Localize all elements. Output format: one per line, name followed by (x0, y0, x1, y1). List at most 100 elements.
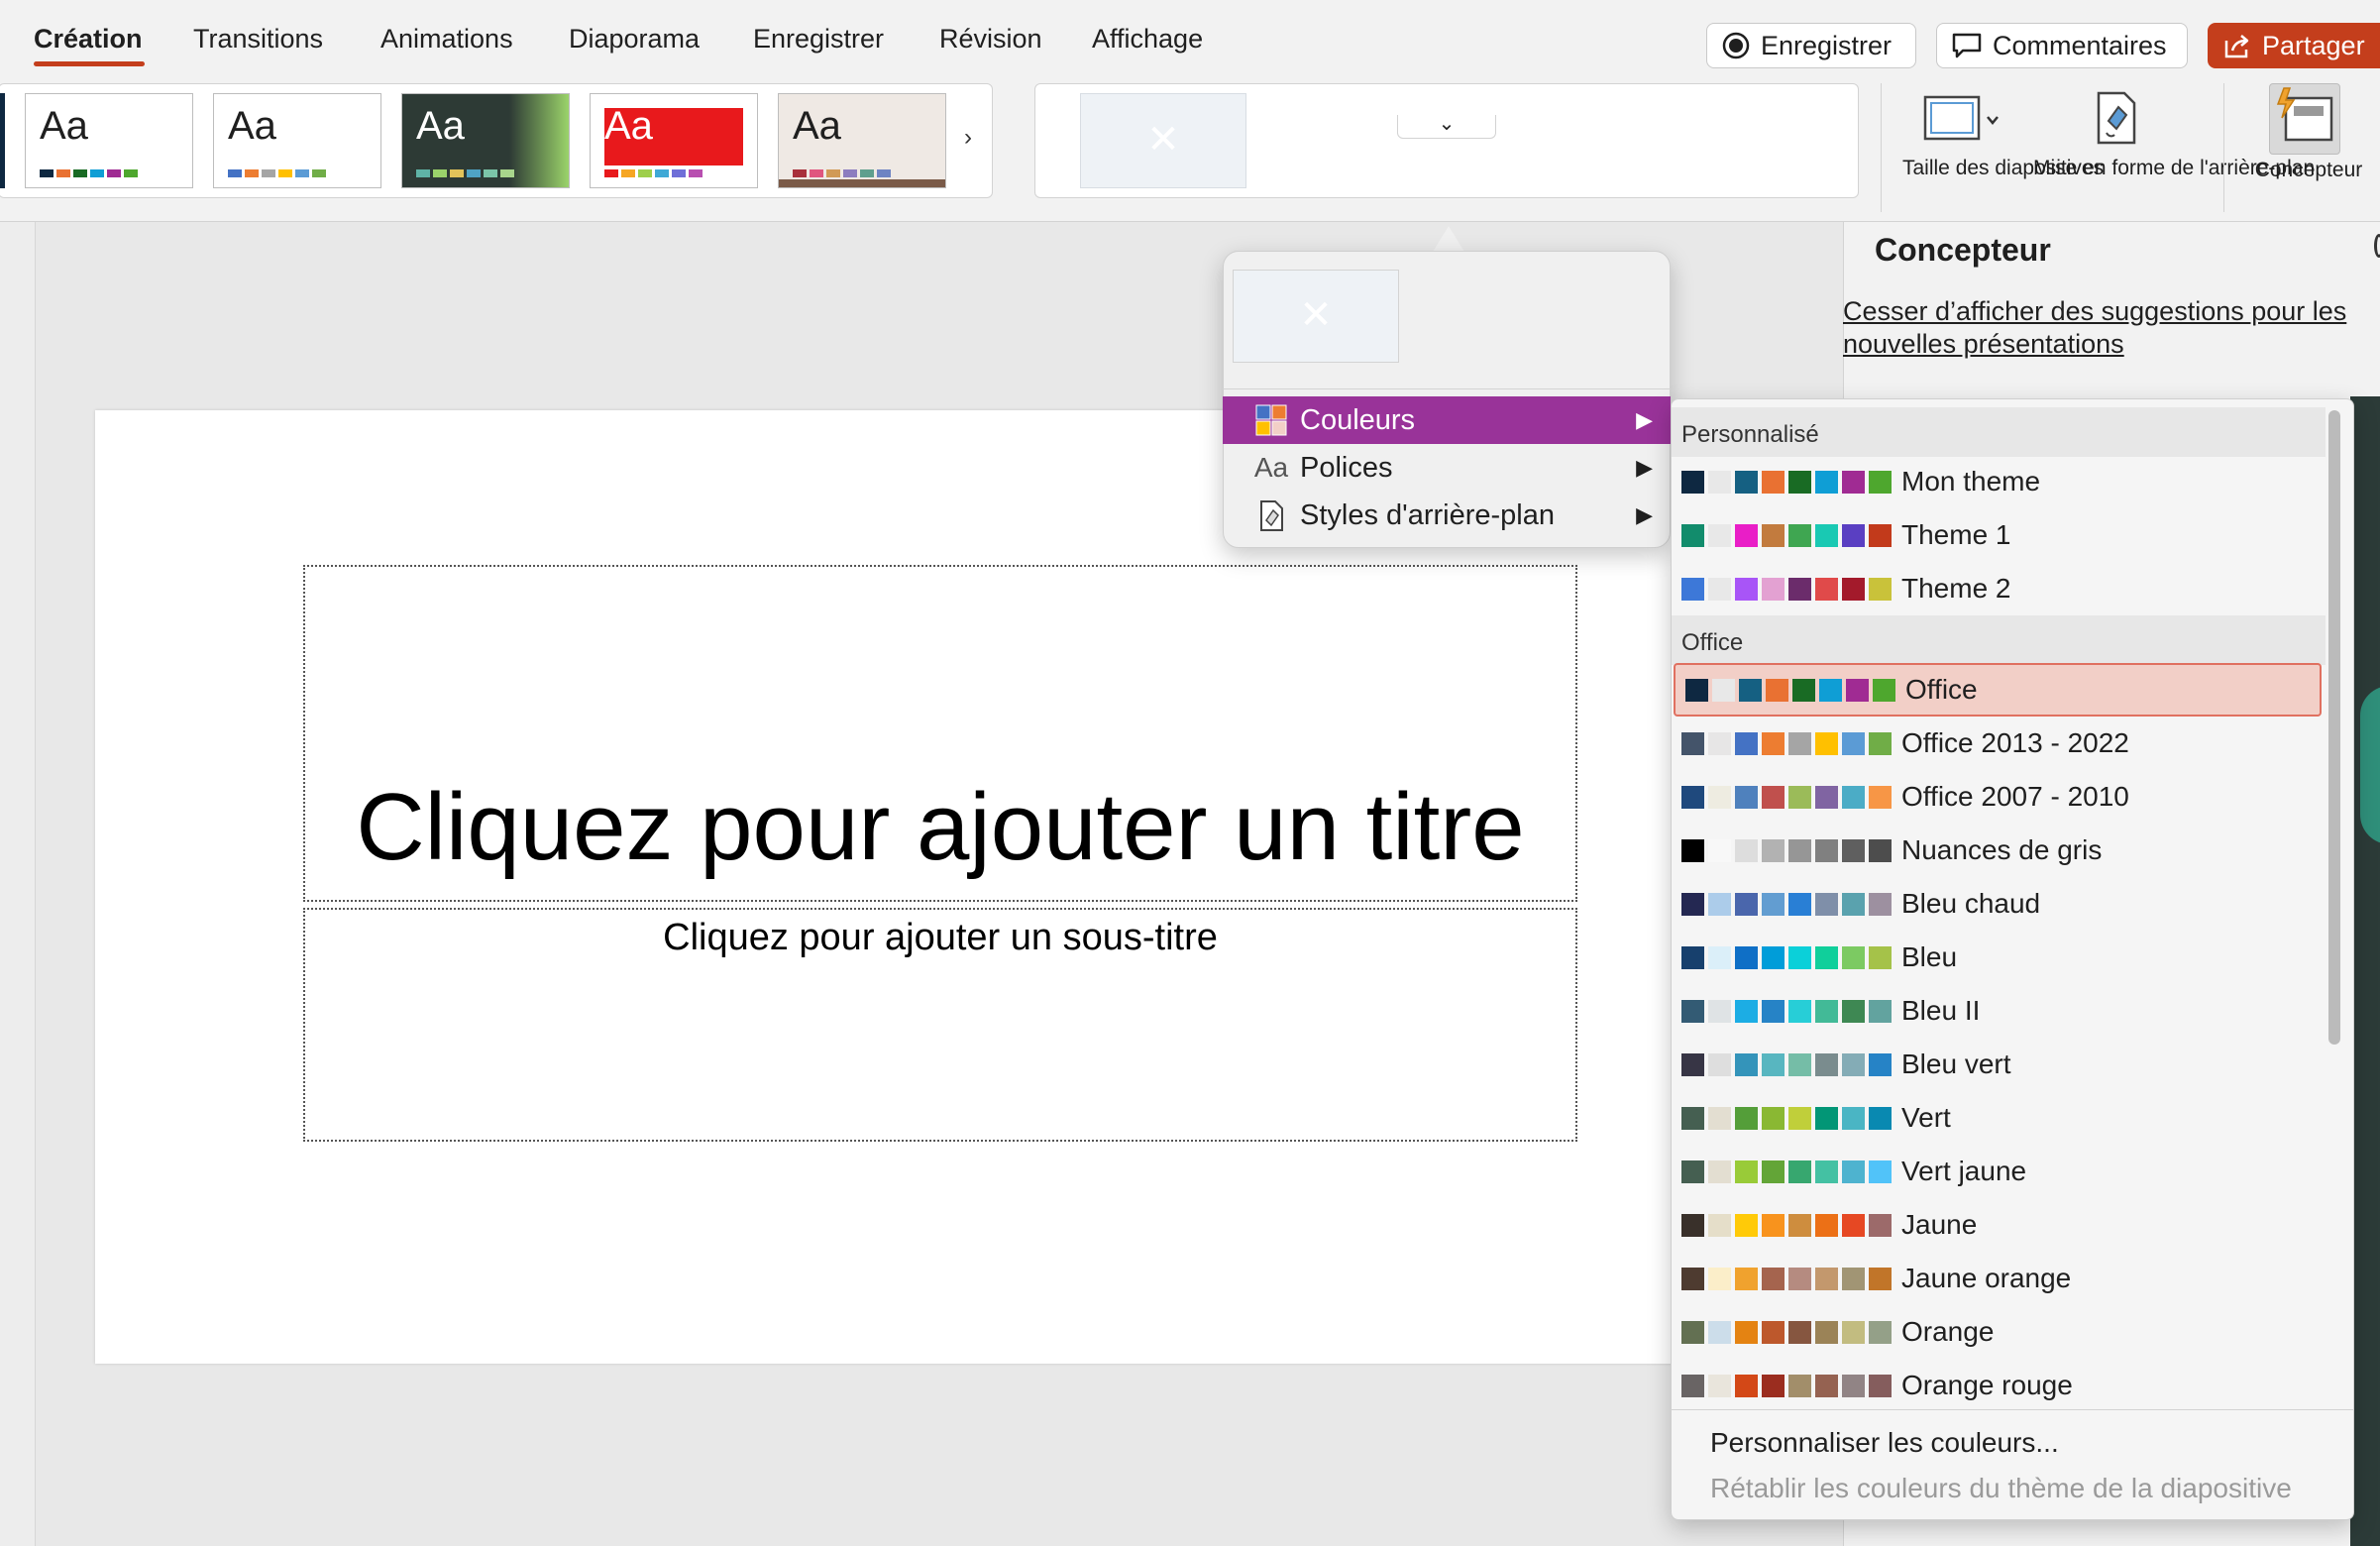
color-scheme-item[interactable]: Nuances de gris (1672, 824, 2326, 877)
color-scheme-item[interactable]: Jaune orange (1672, 1252, 2326, 1305)
color-swatch (1735, 470, 1758, 494)
color-swatch (1842, 1052, 1865, 1076)
color-swatch (1815, 1052, 1838, 1076)
color-scheme-item[interactable]: Bleu chaud (1672, 877, 2326, 931)
slide-size-button[interactable]: Taille des diapositives (1902, 83, 2104, 206)
color-swatch (1762, 731, 1785, 755)
color-scheme-item[interactable]: Bleu vert (1672, 1038, 2326, 1091)
record-button[interactable]: Enregistrer (1706, 23, 1916, 68)
comments-button[interactable]: Commentaires (1936, 23, 2188, 68)
color-scheme-item[interactable]: Orange rouge (1672, 1359, 2326, 1412)
color-swatch (295, 169, 309, 177)
color-scheme-name: Vert (1901, 1102, 1951, 1133)
slide-subtitle-text[interactable]: Cliquez pour ajouter un sous-titre (303, 917, 1577, 959)
color-swatch (1842, 470, 1865, 494)
thumbnail-pane-edge (0, 222, 36, 1546)
variants-expand-button[interactable]: ⌄ (1397, 113, 1496, 222)
color-swatch (312, 169, 326, 177)
color-swatch (1762, 892, 1785, 916)
chevron-down-icon: ⌄ (1438, 113, 1456, 135)
stop-suggestions-link[interactable]: Cesser d’afficher des suggestions pour l… (1843, 295, 2378, 361)
color-swatch (1735, 892, 1758, 916)
ribbon-divider (1881, 83, 1882, 212)
variant-thumbnail[interactable]: ✕ (1080, 93, 1246, 188)
color-scheme-item[interactable]: Theme 1 (1672, 508, 2326, 562)
pane-close-icon[interactable] (2374, 234, 2380, 258)
color-swatch (1788, 785, 1811, 809)
color-swatch (1788, 470, 1811, 494)
tab-enregistrer[interactable]: Enregistrer (753, 24, 884, 55)
tab-revision[interactable]: Révision (939, 24, 1042, 55)
color-scheme-item[interactable]: Mon theme (1672, 455, 2326, 508)
color-scheme-item[interactable]: Vert jaune (1672, 1145, 2326, 1198)
color-scheme-name: Theme 1 (1901, 519, 2011, 550)
popover-variant-thumbnail[interactable]: ✕ (1233, 270, 1399, 363)
color-scheme-item[interactable]: Theme 2 (1672, 562, 2326, 615)
color-swatch (1712, 678, 1735, 702)
color-swatch (245, 169, 259, 177)
color-swatch (1788, 1267, 1811, 1290)
color-scheme-item[interactable]: Vert (1672, 1091, 2326, 1145)
format-background-button[interactable]: Mise en forme de l'arrière-plan (2033, 83, 2315, 206)
popover-arrow (1433, 226, 1464, 252)
color-swatch (416, 169, 430, 177)
color-scheme-swatches (1681, 892, 1892, 916)
color-scheme-item[interactable]: Office (1674, 663, 2322, 717)
theme-thumbnail[interactable]: Aa (590, 93, 758, 188)
color-scheme-swatches (1681, 838, 1892, 862)
share-button[interactable]: Partager (2208, 23, 2380, 68)
menu-item-background-styles[interactable]: Styles d'arrière-plan ▶ (1223, 492, 1671, 539)
color-scheme-name: Mon theme (1901, 466, 2041, 497)
submenu-section-header: Office (1672, 615, 2326, 665)
theme-thumbnail[interactable]: Aa (25, 93, 193, 188)
color-swatch (1735, 523, 1758, 547)
fonts-icon: Aa (1253, 452, 1289, 483)
record-icon (1722, 32, 1750, 59)
color-swatch (1788, 731, 1811, 755)
submenu-scrollbar[interactable] (2328, 410, 2340, 1045)
color-swatch (1762, 1106, 1785, 1130)
color-swatch (1735, 1052, 1758, 1076)
color-scheme-item[interactable]: Jaune (1672, 1198, 2326, 1252)
color-scheme-item[interactable]: Orange (1672, 1305, 2326, 1359)
theme-thumbnail[interactable]: Aa (213, 93, 381, 188)
theme-thumbnail-partial[interactable] (0, 93, 5, 188)
theme-thumbnail[interactable]: Aa (778, 93, 946, 188)
tab-transitions[interactable]: Transitions (193, 24, 323, 55)
color-scheme-item[interactable]: Bleu II (1672, 984, 2326, 1038)
menu-item-fonts[interactable]: Aa Polices ▶ (1223, 444, 1671, 492)
color-scheme-name: Office 2007 - 2010 (1901, 781, 2129, 812)
tab-diaporama[interactable]: Diaporama (569, 24, 700, 55)
color-swatch (672, 169, 686, 177)
color-swatch (1681, 838, 1704, 862)
color-swatch (1735, 1106, 1758, 1130)
color-swatch (262, 169, 275, 177)
tab-creation[interactable]: Création (34, 24, 143, 55)
share-icon (2224, 35, 2249, 58)
color-scheme-item[interactable]: Office 2013 - 2022 (1672, 717, 2326, 770)
theme-thumbnail[interactable]: Aa (401, 93, 570, 188)
color-swatch (1762, 523, 1785, 547)
menu-item-colors[interactable]: Couleurs ▶ (1223, 396, 1671, 444)
color-swatch (450, 169, 464, 177)
slide-title-text[interactable]: Cliquez pour ajouter un titre (303, 773, 1577, 882)
designer-button[interactable]: Concepteur (2239, 83, 2378, 206)
tab-animations[interactable]: Animations (380, 24, 513, 55)
color-swatch (1815, 1213, 1838, 1237)
color-scheme-name: Vert jaune (1901, 1156, 2027, 1186)
color-scheme-item[interactable]: Bleu (1672, 931, 2326, 984)
design-suggestion-thumbnail[interactable] (2350, 396, 2380, 1546)
color-scheme-item[interactable]: Office 2007 - 2010 (1672, 770, 2326, 824)
gallery-next-icon[interactable]: › (964, 124, 972, 152)
color-scheme-name: Bleu II (1901, 995, 1981, 1026)
color-swatch (1869, 470, 1892, 494)
designer-pane-title: Concepteur (1875, 232, 2051, 268)
customize-colors-item[interactable]: Personnaliser les couleurs... (1710, 1427, 2059, 1459)
color-swatch (1842, 1160, 1865, 1183)
themes-gallery: Aa Aa Aa Aa Aa › (0, 83, 993, 198)
color-scheme-swatches (1681, 945, 1892, 969)
color-swatch (1788, 892, 1811, 916)
tab-affichage[interactable]: Affichage (1092, 24, 1203, 55)
color-swatch (1842, 785, 1865, 809)
submenu-arrow-icon: ▶ (1636, 502, 1653, 527)
